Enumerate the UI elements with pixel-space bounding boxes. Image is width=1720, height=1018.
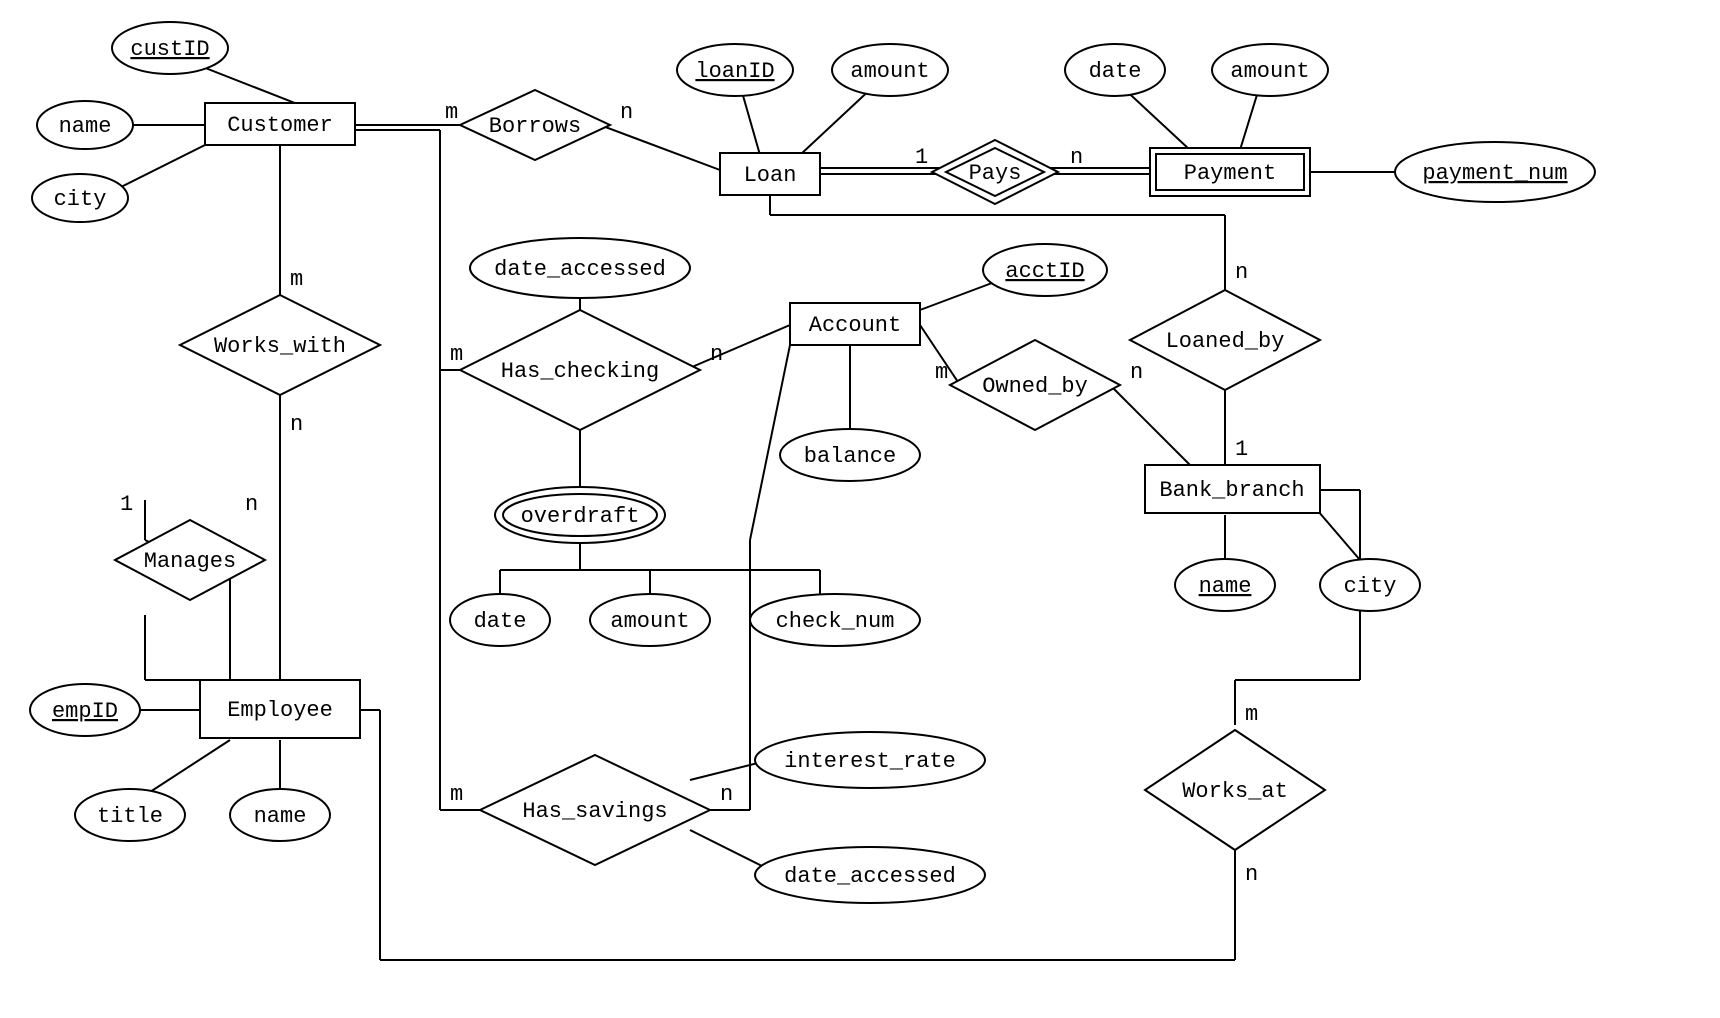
rel-works-at: Works_at: [1145, 730, 1325, 850]
loan-label: Loan: [744, 163, 797, 188]
attr-empid: empID: [30, 684, 140, 736]
empid-label: empID: [52, 699, 118, 724]
payment-num-label: payment_num: [1422, 161, 1567, 186]
attr-overdraft: overdraft: [495, 487, 665, 543]
attr-loan-amount: amount: [832, 44, 948, 96]
rel-owned-by: Owned_by: [950, 340, 1120, 430]
attr-date-accessed: date_accessed: [470, 238, 690, 298]
card-hc-left: m: [450, 342, 463, 367]
card-pays-right: n: [1070, 145, 1083, 170]
account-label: Account: [809, 313, 901, 338]
rel-works-with: Works_with: [180, 295, 380, 395]
has-checking-label: Has_checking: [501, 359, 659, 384]
attr-balance: balance: [780, 429, 920, 481]
rel-has-checking: Has_checking: [460, 310, 700, 430]
card-lb-bot: 1: [1235, 437, 1248, 462]
entity-customer: Customer: [205, 103, 355, 145]
rel-loaned-by: Loaned_by: [1130, 290, 1320, 390]
bb-name-label: name: [1199, 574, 1252, 599]
attr-emp-title: title: [75, 789, 185, 841]
attr-cust-name: name: [37, 101, 133, 149]
attr-sav-date-accessed: date_accessed: [755, 847, 985, 903]
owned-by-label: Owned_by: [982, 374, 1088, 399]
card-mg-left: 1: [120, 492, 133, 517]
attr-bb-city: city: [1320, 559, 1420, 611]
manages-label: Manages: [144, 549, 236, 574]
attr-custid: custID: [112, 22, 228, 74]
attr-interest-rate: interest_rate: [755, 732, 985, 788]
bank-branch-label: Bank_branch: [1159, 478, 1304, 503]
customer-label: Customer: [227, 113, 333, 138]
check-num-label: check_num: [776, 609, 895, 634]
entity-loan: Loan: [720, 153, 820, 195]
bb-city-label: city: [1344, 574, 1397, 599]
borrows-label: Borrows: [489, 114, 581, 139]
card-mg-right: n: [245, 492, 258, 517]
attr-acctid: acctID: [983, 244, 1107, 296]
balance-label: balance: [804, 444, 896, 469]
works-with-label: Works_with: [214, 334, 346, 359]
loaned-by-label: Loaned_by: [1166, 329, 1285, 354]
card-ob-left: m: [935, 360, 948, 385]
rel-has-savings: Has_savings: [480, 755, 710, 865]
attr-check-num: check_num: [750, 594, 920, 646]
attr-emp-name: name: [230, 789, 330, 841]
rel-pays: Pays: [932, 140, 1058, 204]
cust-name-label: name: [59, 114, 112, 139]
overdraft-label: overdraft: [521, 504, 640, 529]
attr-od-amount: amount: [590, 594, 710, 646]
interest-rate-label: interest_rate: [784, 749, 956, 774]
od-date-label: date: [474, 609, 527, 634]
entity-employee: Employee: [200, 680, 360, 738]
acctid-label: acctID: [1005, 259, 1084, 284]
card-pays-left: 1: [915, 145, 928, 170]
rel-borrows: Borrows: [460, 90, 610, 160]
attr-od-date: date: [450, 594, 550, 646]
attr-loanid: loanID: [677, 44, 793, 96]
custid-label: custID: [130, 37, 209, 62]
attr-bb-name: name: [1175, 559, 1275, 611]
loanid-label: loanID: [695, 59, 774, 84]
attr-pay-date: date: [1065, 44, 1165, 96]
card-hs-right: n: [720, 782, 733, 807]
od-amount-label: amount: [610, 609, 689, 634]
card-ww-top: m: [290, 267, 303, 292]
card-ob-right: n: [1130, 360, 1143, 385]
card-hs-left: m: [450, 782, 463, 807]
attr-pay-amount: amount: [1212, 44, 1328, 96]
entity-payment: Payment: [1150, 148, 1310, 196]
employee-label: Employee: [227, 698, 333, 723]
payment-label: Payment: [1184, 161, 1276, 186]
attr-cust-city: city: [32, 174, 128, 222]
loan-amount-label: amount: [850, 59, 929, 84]
pay-amount-label: amount: [1230, 59, 1309, 84]
date-accessed-label: date_accessed: [494, 257, 666, 282]
card-wa-top: m: [1245, 702, 1258, 727]
emp-title-label: title: [97, 804, 163, 829]
attr-payment-num: payment_num: [1395, 142, 1595, 202]
has-savings-label: Has_savings: [522, 799, 667, 824]
pays-label: Pays: [969, 161, 1022, 186]
emp-name-label: name: [254, 804, 307, 829]
entity-bank-branch: Bank_branch: [1145, 465, 1320, 513]
pay-date-label: date: [1089, 59, 1142, 84]
card-borrows-left: m: [445, 100, 458, 125]
card-hc-right: n: [710, 342, 723, 367]
card-lb-top: n: [1235, 260, 1248, 285]
card-borrows-right: n: [620, 100, 633, 125]
card-wa-bot: n: [1245, 862, 1258, 887]
er-diagram-canvas: Customer Loan Payment Account Bank_branc…: [0, 0, 1720, 1018]
rel-manages: Manages: [115, 520, 265, 600]
entity-account: Account: [790, 303, 920, 345]
cust-city-label: city: [54, 187, 107, 212]
sav-date-accessed-label: date_accessed: [784, 864, 956, 889]
works-at-label: Works_at: [1182, 779, 1288, 804]
card-ww-bot: n: [290, 412, 303, 437]
